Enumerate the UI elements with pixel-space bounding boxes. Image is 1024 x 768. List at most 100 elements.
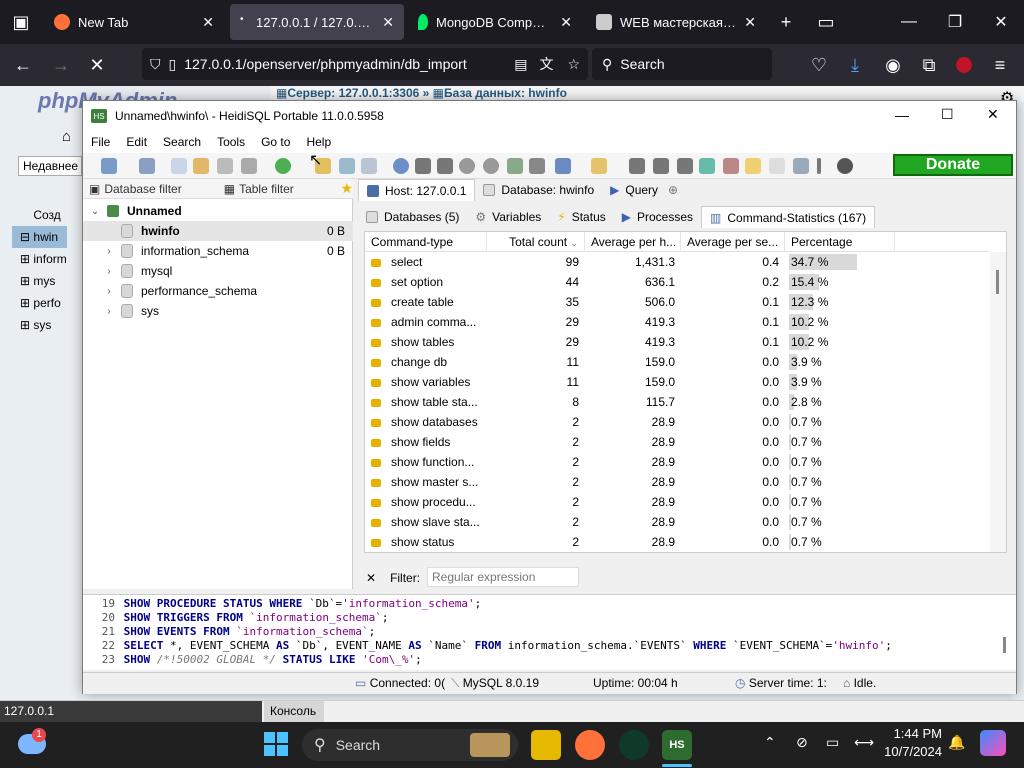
browser-tab-newtab[interactable]: New Tab ✕ <box>44 4 224 40</box>
first-icon[interactable] <box>415 158 431 174</box>
table-row[interactable]: show procedu... 2 28.9 0.0 0.7 % <box>365 492 989 512</box>
sql-scroll-thumb[interactable] <box>1003 637 1006 653</box>
col-total-count[interactable]: Total count ⌄ <box>487 232 585 252</box>
table-row[interactable]: show slave sta... 2 28.9 0.0 0.7 % <box>365 512 989 532</box>
pma-tree-item[interactable]: ⊞ mys <box>20 270 67 292</box>
expand-icon[interactable]: › <box>103 246 115 257</box>
language-icon[interactable]: ⟷ <box>854 734 874 751</box>
tab-overview-icon[interactable]: ▭ <box>811 7 841 37</box>
col-percentage[interactable]: Percentage <box>785 232 895 252</box>
tab-list-icon[interactable]: ▣ <box>6 7 36 37</box>
bell-icon[interactable]: 🔔 <box>948 734 965 751</box>
close-tab-icon[interactable]: ✕ <box>202 14 214 31</box>
disconnect-icon[interactable] <box>139 158 155 174</box>
close-window-icon[interactable]: ✕ <box>978 0 1024 44</box>
close-tab-icon[interactable]: ✕ <box>744 14 756 31</box>
menu-tools[interactable]: Tools <box>209 135 253 149</box>
tab-database[interactable]: Database: hwinfo <box>475 179 602 201</box>
url-bar[interactable]: ⛉ ▯ 127.0.0.1/openserver/phpmyadmin/db_i… <box>142 48 588 80</box>
close-tab-icon[interactable]: ✕ <box>382 14 394 31</box>
paste-icon[interactable] <box>193 158 209 174</box>
breadcrumb-server[interactable]: Сервер: 127.0.0.1:3306 <box>287 86 419 100</box>
table-row[interactable]: admin comma... 29 419.3 0.1 10.2 % <box>365 312 989 332</box>
add-icon[interactable] <box>339 158 355 174</box>
more-icon[interactable] <box>817 158 821 174</box>
browser-tab-phpmyadmin[interactable]: • 127.0.0.1 / 127.0.0.1 / h ✕ <box>230 4 404 40</box>
back-icon[interactable]: ← <box>8 50 38 80</box>
display-icon[interactable]: ▭ <box>826 734 839 751</box>
firefox-taskbar-icon[interactable] <box>575 730 605 760</box>
tab-command-statistics[interactable]: ▥ Command-Statistics (167) <box>701 206 876 228</box>
save-icon[interactable] <box>629 158 645 174</box>
home-icon[interactable]: ⌂ <box>62 128 71 145</box>
hex-icon[interactable] <box>769 158 785 174</box>
tab-processes[interactable]: ▶ Processes <box>614 206 701 228</box>
pma-tree-item[interactable]: ⊟ hwin <box>12 226 67 248</box>
mongodb-compass-taskbar-icon[interactable] <box>619 730 649 760</box>
stop-loading-icon[interactable]: ✕ <box>82 50 112 80</box>
query-builder-icon[interactable] <box>677 158 693 174</box>
clear-icon[interactable] <box>723 158 739 174</box>
table-row[interactable]: select 99 1,431.3 0.4 34.7 % <box>365 252 989 272</box>
menu-search[interactable]: Search <box>155 135 209 149</box>
new-query-tab-icon[interactable]: ⊕ <box>668 183 678 197</box>
breadcrumb-db[interactable]: База данных: hwinfo <box>444 86 567 100</box>
close-window-icon[interactable]: ✕ <box>987 106 999 123</box>
url-text[interactable]: 127.0.0.1/openserver/phpmyadmin/db_impor… <box>184 56 508 72</box>
bookmark-star-icon[interactable]: ☆ <box>567 56 580 73</box>
close-tab-icon[interactable]: ✕ <box>560 14 572 31</box>
pocket-icon[interactable]: ♡ <box>804 50 834 80</box>
exit-icon[interactable] <box>837 158 853 174</box>
format-icon[interactable] <box>699 158 715 174</box>
execute-query-icon[interactable] <box>555 158 571 174</box>
copilot-icon[interactable] <box>980 730 1006 756</box>
favorites-star-icon[interactable]: ★ <box>340 180 353 197</box>
col-avg-per-second[interactable]: Average per se... <box>681 232 785 252</box>
table-row[interactable]: show table sta... 8 115.7 0.0 2.8 % <box>365 392 989 412</box>
wrap-icon[interactable] <box>793 158 809 174</box>
account-icon[interactable]: ◉ <box>878 50 908 80</box>
menu-goto[interactable]: Go to <box>253 135 298 149</box>
grid-scrollbar[interactable] <box>990 252 1006 552</box>
table-row[interactable]: show databases 2 28.9 0.0 0.7 % <box>365 412 989 432</box>
start-windows-icon[interactable] <box>264 732 288 756</box>
tree-item-mysql[interactable]: › mysql <box>83 261 353 281</box>
print-icon[interactable] <box>241 158 257 174</box>
table-row[interactable]: show tables 29 419.3 0.1 10.2 % <box>365 332 989 352</box>
table-row[interactable]: show variables 11 159.0 0.0 3.9 % <box>365 372 989 392</box>
expand-icon[interactable]: › <box>103 306 115 317</box>
delete-row-icon[interactable] <box>483 158 499 174</box>
pma-tree-item[interactable]: Созд <box>20 204 67 226</box>
tab-query[interactable]: ▶ Query ⊕ <box>602 179 686 201</box>
insert-row-icon[interactable] <box>459 158 475 174</box>
taskbar-search[interactable]: ⚲ Search <box>302 729 518 761</box>
col-command-type[interactable]: Command-type <box>365 232 487 252</box>
tree-item-information-schema[interactable]: › information_schema 0 B <box>83 241 353 261</box>
warnings-icon[interactable] <box>745 158 761 174</box>
menu-file[interactable]: File <box>83 135 118 149</box>
pma-tree-item[interactable]: ⊞ sys <box>20 314 67 336</box>
close-filter-icon[interactable]: ✕ <box>366 571 376 585</box>
col-avg-per-hour[interactable]: Average per h... <box>585 232 681 252</box>
table-row[interactable]: show fields 2 28.9 0.0 0.7 % <box>365 432 989 452</box>
ublock-icon[interactable] <box>956 57 972 73</box>
extensions-icon[interactable]: ⧉ <box>914 50 944 80</box>
table-row[interactable]: change db 11 159.0 0.0 3.9 % <box>365 352 989 372</box>
undo-icon[interactable] <box>217 158 233 174</box>
recent-select[interactable]: Недавнее <box>18 156 82 176</box>
tree-root[interactable]: ⌄ Unnamed <box>83 201 353 221</box>
last-icon[interactable] <box>437 158 453 174</box>
duplicate-icon[interactable] <box>361 158 377 174</box>
browser-tab-mongodb[interactable]: MongoDB Compass Do ✕ <box>408 4 582 40</box>
donate-button[interactable]: Donate <box>893 154 1013 176</box>
tab-host[interactable]: Host: 127.0.0.1 <box>358 179 476 201</box>
session-manager-icon[interactable] <box>101 158 117 174</box>
browser-tab-wapi[interactable]: WEB мастерская wapi ✕ <box>586 4 766 40</box>
downloads-icon[interactable]: ⤓ <box>840 50 870 80</box>
tree-item-hwinfo[interactable]: hwinfo 0 B <box>83 221 353 241</box>
menu-edit[interactable]: Edit <box>118 135 155 149</box>
help-icon[interactable] <box>393 158 409 174</box>
tab-status[interactable]: ⚡ Status <box>549 206 613 228</box>
menu-help[interactable]: Help <box>298 135 339 149</box>
cancel-icon[interactable] <box>529 158 545 174</box>
